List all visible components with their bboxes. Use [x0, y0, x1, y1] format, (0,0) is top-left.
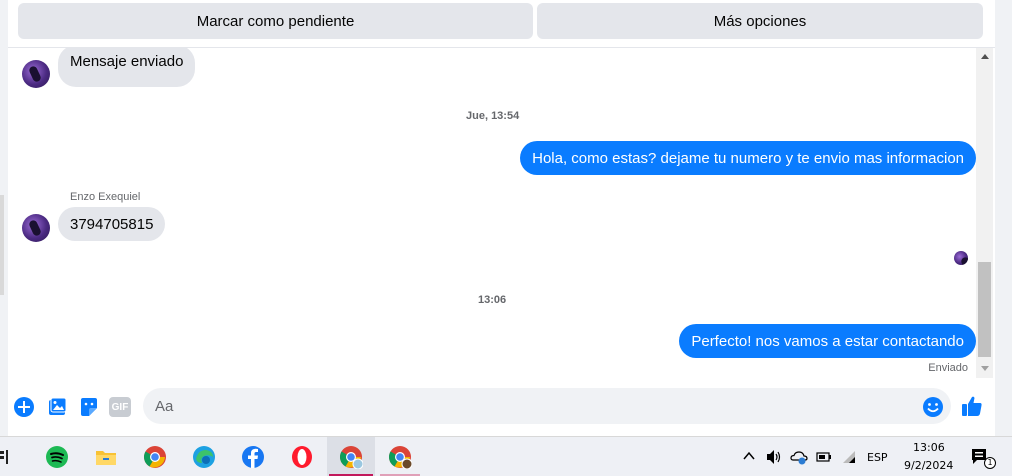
thread-scrollbar[interactable] — [976, 48, 993, 378]
chrome-profile-2-icon[interactable] — [388, 445, 412, 469]
message-input-placeholder: Aa — [155, 397, 174, 415]
message-status: Enviado — [928, 362, 968, 374]
chrome-icon[interactable] — [143, 445, 167, 469]
edge-icon[interactable] — [192, 445, 216, 469]
thumbs-up-icon[interactable] — [960, 394, 984, 418]
show-hidden-icons-icon[interactable] — [742, 449, 756, 463]
scroll-up-arrow-icon[interactable] — [981, 54, 989, 59]
emoji-icon[interactable] — [922, 396, 944, 418]
wifi-icon[interactable] — [840, 448, 858, 466]
battery-icon[interactable] — [815, 448, 833, 466]
more-options-button[interactable]: Más opciones — [537, 3, 983, 39]
message-bubble-incoming[interactable]: 3794705815 — [58, 207, 166, 241]
facebook-icon[interactable] — [241, 445, 265, 469]
sender-name: Enzo Exequiel — [70, 191, 141, 203]
opera-icon[interactable] — [290, 445, 314, 469]
message-thread[interactable]: Mensaje enviado Jue, 13:54 Hola, como es… — [8, 48, 976, 378]
message-input[interactable]: Aa — [143, 388, 951, 424]
left-scroll-edge — [0, 195, 4, 295]
message-bubble-incoming[interactable]: Mensaje enviado — [58, 48, 196, 87]
scroll-thumb[interactable] — [978, 262, 991, 357]
onedrive-sync-icon[interactable] — [790, 448, 808, 466]
gif-icon[interactable]: GIF — [109, 397, 131, 417]
plus-circle-icon[interactable] — [13, 396, 35, 418]
clock-date[interactable]: 9/2/2024 — [904, 459, 953, 472]
read-receipt-avatar — [954, 251, 968, 265]
chrome-profile-icon[interactable] — [339, 445, 363, 469]
language-indicator[interactable]: ESP — [867, 451, 888, 464]
spotify-icon[interactable] — [45, 445, 69, 469]
message-timestamp: 13:06 — [478, 294, 507, 306]
windows-taskbar: ESP 13:06 9/2/2024 1 — [0, 436, 1012, 476]
file-explorer-icon[interactable] — [94, 445, 118, 469]
clock-time[interactable]: 13:06 — [913, 441, 945, 454]
message-bubble-outgoing[interactable]: Hola, como estas? dejame tu numero y te … — [520, 141, 976, 175]
avatar[interactable] — [22, 60, 50, 88]
taskview-icon[interactable] — [0, 445, 12, 469]
messenger-window: Marcar como pendiente Más opciones Mensa… — [0, 0, 1012, 436]
photo-icon[interactable] — [46, 396, 68, 418]
message-bubble-outgoing[interactable]: Perfecto! nos vamos a estar contactando — [679, 324, 976, 358]
message-composer: GIF Aa — [8, 378, 995, 436]
volume-icon[interactable] — [765, 448, 783, 466]
sticker-icon[interactable] — [78, 396, 100, 418]
mark-pending-button[interactable]: Marcar como pendiente — [18, 3, 533, 39]
message-timestamp: Jue, 13:54 — [466, 110, 520, 122]
scroll-down-arrow-icon[interactable] — [981, 366, 989, 371]
avatar[interactable] — [22, 214, 50, 242]
notification-count-badge: 1 — [984, 457, 996, 469]
